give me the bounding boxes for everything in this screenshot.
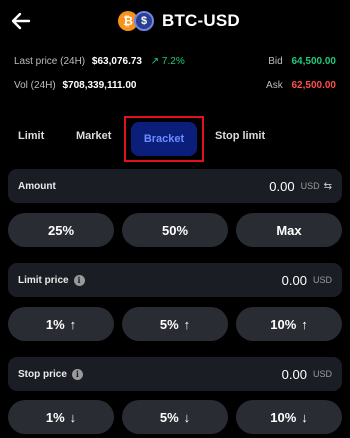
preset-label: 10%: [270, 409, 297, 425]
tab-bracket-label: Bracket: [131, 122, 197, 156]
limit-price-input[interactable]: Limit price i 0.00 USD: [8, 263, 342, 297]
limit-price-currency: USD: [312, 275, 332, 285]
limit-up-5-button[interactable]: 5% ↑: [122, 307, 228, 341]
tab-market[interactable]: Market: [76, 130, 111, 142]
stop-down-10-button[interactable]: 10% ↓: [236, 400, 342, 434]
stop-price-label: Stop price: [18, 368, 67, 380]
stop-down-5-button[interactable]: 5% ↓: [122, 400, 228, 434]
tab-bracket[interactable]: Bracket: [124, 116, 204, 162]
order-type-tabs: Limit Market Bracket Stop limit: [0, 116, 350, 162]
stop-price-input[interactable]: Stop price i 0.00 USD: [8, 357, 342, 391]
amount-label: Amount: [18, 180, 56, 192]
preset-label: 10%: [270, 316, 297, 332]
bid-label: Bid: [268, 55, 283, 67]
volume-value: $708,339,111.00: [62, 79, 137, 91]
amount-value[interactable]: 0.00: [269, 179, 294, 194]
arrow-down-icon: ↓: [69, 409, 77, 425]
limit-price-value[interactable]: 0.00: [282, 273, 307, 288]
amount-input[interactable]: Amount 0.00 USD ⇆: [8, 169, 342, 203]
back-arrow-icon[interactable]: [8, 8, 34, 34]
preset-50-button[interactable]: 50%: [122, 213, 228, 247]
market-stats: Last price (24H) $63,076.73 ↗ 7.2% Bid 6…: [14, 54, 336, 102]
preset-label: 5%: [159, 316, 179, 332]
pair-title-group: ₿ $ BTC-USD: [118, 8, 240, 34]
bid-value: 64,500.00: [291, 55, 337, 67]
stop-price-value[interactable]: 0.00: [282, 367, 307, 382]
preset-25-button[interactable]: 25%: [8, 213, 114, 247]
arrow-down-icon: ↓: [301, 409, 308, 425]
preset-max-button[interactable]: Max: [236, 213, 342, 247]
last-price-value: $63,076.73: [91, 55, 142, 67]
tab-stop-limit[interactable]: Stop limit: [215, 130, 265, 142]
limit-price-label: Limit price: [18, 274, 69, 286]
page-title: BTC-USD: [162, 11, 240, 30]
arrow-up-icon: ↑: [301, 316, 308, 332]
preset-label: 1%: [45, 409, 65, 425]
stop-down-1-button[interactable]: 1% ↓: [8, 400, 114, 434]
limit-up-10-button[interactable]: 10% ↑: [236, 307, 342, 341]
arrow-up-icon: ↑: [69, 316, 77, 332]
stop-presets: 1% ↓ 5% ↓ 10% ↓: [8, 400, 342, 434]
info-icon[interactable]: i: [71, 368, 83, 380]
swap-icon[interactable]: ⇆: [324, 181, 332, 192]
arrow-up-icon: ↑: [183, 316, 191, 332]
usd-coin-icon: $: [134, 11, 154, 31]
stop-price-currency: USD: [312, 369, 332, 379]
volume-label: Vol (24H): [14, 79, 56, 91]
amount-currency: USD: [300, 181, 320, 191]
arrow-down-icon: ↓: [183, 409, 191, 425]
limit-presets: 1% ↑ 5% ↑ 10% ↑: [8, 307, 342, 341]
ask-value: 62,500.00: [291, 79, 337, 91]
header: ₿ $ BTC-USD: [0, 0, 350, 44]
amount-presets: 25% 50% Max: [8, 213, 342, 247]
info-icon[interactable]: i: [73, 274, 85, 286]
price-change: ↗ 7.2%: [150, 55, 185, 67]
preset-label: 1%: [45, 316, 65, 332]
last-price-label: Last price (24H): [14, 55, 86, 67]
tab-limit[interactable]: Limit: [18, 130, 44, 142]
ask-label: Ask: [266, 79, 283, 91]
limit-up-1-button[interactable]: 1% ↑: [8, 307, 114, 341]
preset-label: 5%: [159, 409, 179, 425]
